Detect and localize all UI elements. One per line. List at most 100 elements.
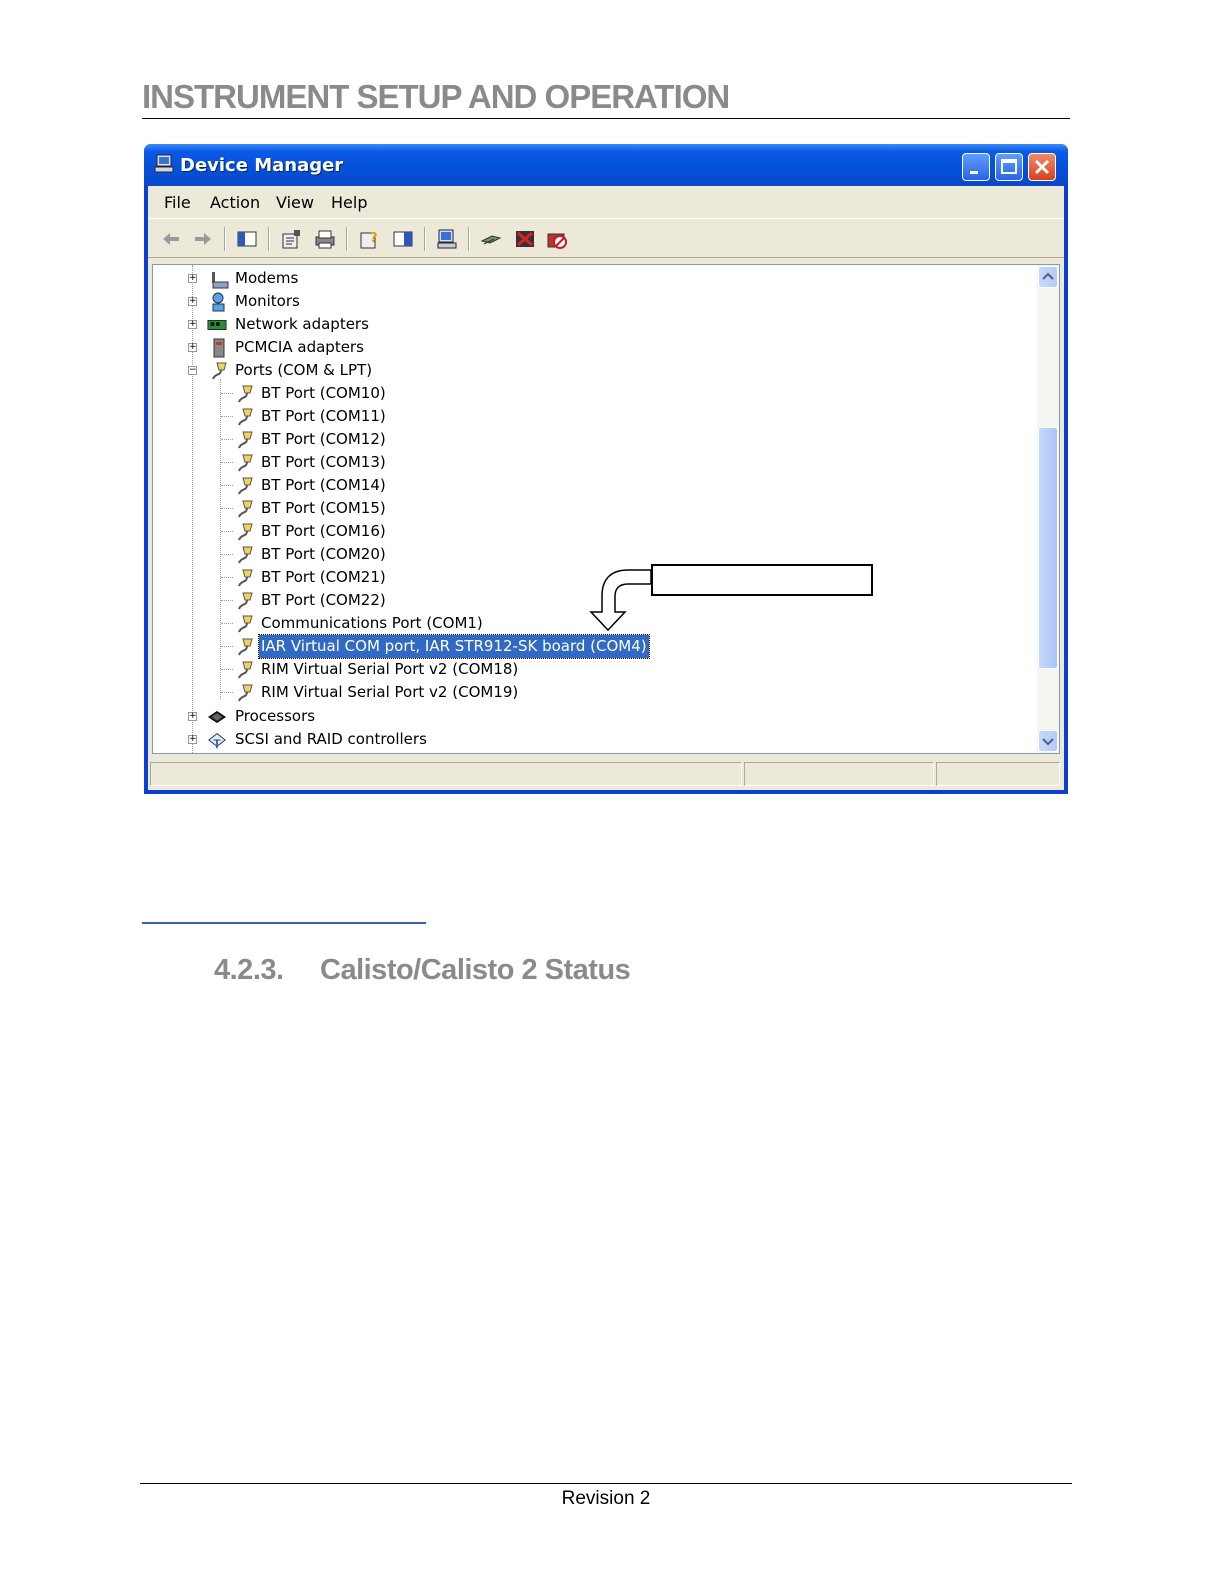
tree-item-port[interactable]: BT Port (COM16) [153, 520, 1033, 543]
tree-item-port[interactable]: BT Port (COM10) [153, 382, 1033, 405]
tree-label: Modems [235, 269, 299, 287]
tree-label: RIM Virtual Serial Port v2 (COM18) [261, 660, 519, 678]
window-title: Device Manager [180, 155, 344, 176]
tree-item-port[interactable]: BT Port (COM15) [153, 497, 1033, 520]
tree-category-network-adapters[interactable]: + Network adapters [153, 313, 1033, 336]
minimize-icon [970, 171, 978, 174]
port-icon [238, 500, 253, 518]
port-icon [238, 454, 253, 472]
scan-hardware-icon[interactable] [436, 228, 458, 250]
svg-text:?: ? [370, 231, 378, 246]
port-icon [212, 362, 227, 380]
monitor-icon [212, 292, 225, 312]
tree-item-port[interactable]: BT Port (COM20) [153, 543, 1033, 566]
device-tree[interactable]: + Modems + Monitors + Network adapters +… [152, 264, 1060, 754]
processor-icon [207, 710, 227, 724]
port-icon [238, 477, 253, 495]
page-heading: INSTRUMENT SETUP AND OPERATION [142, 78, 1070, 119]
tree-label: BT Port (COM20) [261, 545, 386, 563]
callout-box [651, 564, 873, 596]
tree-item-port[interactable]: BT Port (COM13) [153, 451, 1033, 474]
tree-label: SCSI and RAID controllers [235, 730, 427, 748]
update-driver-icon[interactable] [480, 228, 502, 250]
back-arrow-icon[interactable] [160, 228, 182, 250]
view-icon[interactable] [392, 228, 414, 250]
port-icon [238, 592, 253, 610]
status-pane [936, 762, 1060, 786]
tree-item-port[interactable]: RIM Virtual Serial Port v2 (COM19) [153, 681, 1033, 704]
tree-label: BT Port (COM13) [261, 453, 386, 471]
tree-label: BT Port (COM22) [261, 591, 386, 609]
properties-icon[interactable] [280, 228, 302, 250]
scroll-up-button[interactable] [1038, 266, 1058, 288]
maximize-icon [1001, 159, 1017, 174]
modem-icon [212, 272, 229, 289]
title-bar[interactable]: Device Manager [144, 144, 1068, 186]
port-icon [238, 615, 253, 633]
pcmcia-icon [213, 338, 225, 358]
port-icon [238, 684, 253, 702]
port-icon [238, 546, 253, 564]
maximize-button[interactable] [995, 153, 1023, 181]
expand-icon[interactable]: + [188, 712, 197, 721]
tree-item-port[interactable]: BT Port (COM14) [153, 474, 1033, 497]
expand-icon[interactable]: + [188, 320, 197, 329]
menu-action[interactable]: Action [210, 193, 260, 212]
tree-category-ports[interactable]: − Ports (COM & LPT) [153, 359, 1033, 382]
print-icon[interactable] [314, 228, 336, 250]
chevron-down-icon [1042, 738, 1054, 746]
port-icon [238, 661, 253, 679]
scroll-thumb[interactable] [1038, 427, 1058, 669]
uninstall-icon[interactable] [514, 228, 536, 250]
network-adapter-icon [207, 320, 227, 330]
scsi-icon [208, 733, 226, 749]
status-bar [148, 760, 1064, 788]
tree-item-port[interactable]: BT Port (COM12) [153, 428, 1033, 451]
expand-icon[interactable]: + [188, 735, 197, 744]
tree-item-port[interactable]: RIM Virtual Serial Port v2 (COM18) [153, 658, 1033, 681]
tree-category-scsi[interactable]: + SCSI and RAID controllers [153, 728, 1033, 751]
port-icon [238, 523, 253, 541]
forward-arrow-icon[interactable] [192, 228, 214, 250]
vertical-scrollbar[interactable] [1037, 265, 1059, 753]
chevron-up-icon [1042, 272, 1054, 280]
expand-icon[interactable]: + [188, 274, 197, 283]
port-icon [238, 638, 253, 656]
tree-category-processors[interactable]: + Processors [153, 705, 1033, 728]
section-heading: 4.2.3. Calisto/Calisto 2 Status [214, 954, 631, 987]
tree-label: RIM Virtual Serial Port v2 (COM19) [261, 683, 519, 701]
menu-view[interactable]: View [276, 193, 314, 212]
help-icon[interactable]: ? [358, 228, 380, 250]
device-manager-window: Device Manager File Action View Help ? +… [144, 144, 1068, 794]
tree-item-port-selected[interactable]: IAR Virtual COM port, IAR STR912-SK boar… [153, 634, 1033, 659]
tree-category-pcmcia[interactable]: + PCMCIA adapters [153, 336, 1033, 359]
tree-label: Processors [235, 707, 316, 725]
disable-icon[interactable] [546, 228, 568, 250]
port-icon [238, 385, 253, 403]
tree-label: BT Port (COM15) [261, 499, 386, 517]
port-icon [238, 431, 253, 449]
menu-help[interactable]: Help [331, 193, 367, 212]
tree-item-port[interactable]: BT Port (COM11) [153, 405, 1033, 428]
expand-icon[interactable]: + [188, 297, 197, 306]
tree-category-monitors[interactable]: + Monitors [153, 290, 1033, 313]
tree-label: Network adapters [235, 315, 369, 333]
tree-category-modems[interactable]: + Modems [153, 267, 1033, 290]
tree-label: PCMCIA adapters [235, 338, 364, 356]
scroll-down-button[interactable] [1038, 730, 1058, 752]
show-hide-tree-icon[interactable] [236, 228, 258, 250]
computer-icon [154, 154, 174, 173]
callout-arrow [589, 569, 652, 632]
section-title: Calisto/Calisto 2 Status [320, 954, 631, 986]
menu-file[interactable]: File [164, 193, 191, 212]
section-number: 4.2.3. [214, 954, 284, 986]
close-icon [1034, 159, 1050, 175]
minimize-button[interactable] [962, 153, 990, 181]
expand-icon[interactable]: + [188, 343, 197, 352]
port-icon [238, 569, 253, 587]
tree-label: BT Port (COM11) [261, 407, 386, 425]
window-client: File Action View Help ? + Modems + Monit… [148, 186, 1064, 790]
port-icon [238, 408, 253, 426]
close-button[interactable] [1028, 153, 1056, 181]
collapse-icon[interactable]: − [188, 366, 197, 375]
